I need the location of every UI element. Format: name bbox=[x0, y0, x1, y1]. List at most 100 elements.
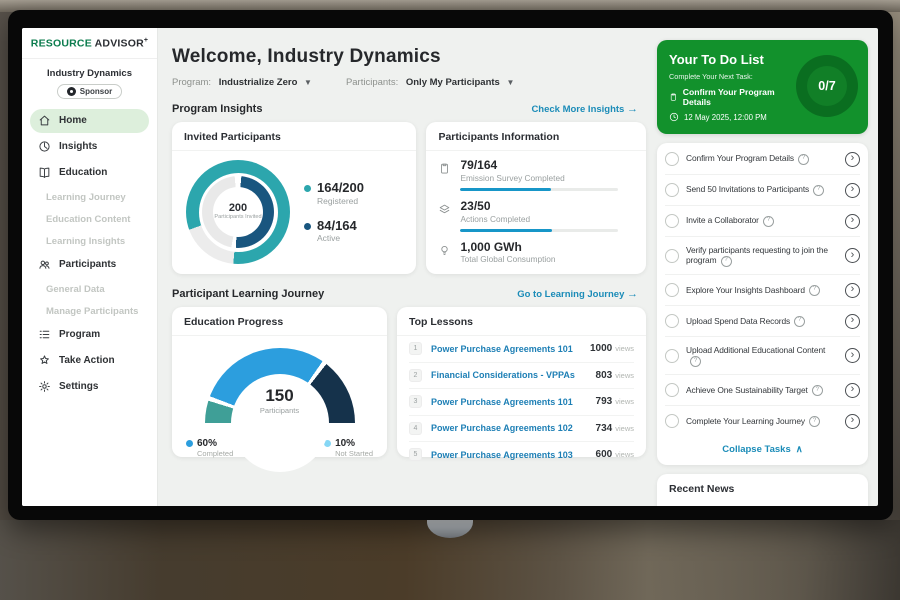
app-logo: RESOURCE ADVISOR+ bbox=[22, 37, 157, 59]
todo-task-row: Upload Additional Educational Content? › bbox=[665, 337, 860, 375]
education-progress-title: Education Progress bbox=[172, 307, 387, 336]
task-checkbox[interactable] bbox=[665, 383, 679, 397]
progress-bar bbox=[460, 188, 618, 191]
sponsor-badge[interactable]: Sponsor bbox=[57, 84, 122, 99]
lesson-rank: 5 bbox=[409, 448, 422, 461]
sidebar-item-label: Participants bbox=[59, 259, 116, 270]
chevron-right-icon[interactable]: › bbox=[845, 383, 860, 398]
stat-label: Emission Survey Completed bbox=[460, 173, 618, 183]
sidebar-item-label: Insights bbox=[59, 141, 97, 152]
todo-next-task: Confirm Your Program Details bbox=[683, 87, 790, 107]
arrow-right-icon: → bbox=[627, 103, 638, 115]
sidebar-item-settings[interactable]: Settings bbox=[30, 375, 149, 399]
sidebar-item-home[interactable]: Home bbox=[30, 109, 149, 133]
top-lessons-list: 1 Power Purchase Agreements 101 1000 vie… bbox=[397, 336, 646, 468]
chevron-right-icon[interactable]: › bbox=[845, 183, 860, 198]
info-icon[interactable]: ? bbox=[690, 356, 701, 367]
recent-news-card: Recent News bbox=[657, 474, 868, 506]
participants-filter[interactable]: Participants: Only My Participants ▼ bbox=[346, 77, 514, 88]
participant-stat: 1,000 GWh Total Global Consumption bbox=[438, 241, 634, 265]
sidebar-item-label: General Data bbox=[46, 284, 105, 295]
todo-task-row: Confirm Your Program Details? › bbox=[665, 144, 860, 175]
lesson-row: 3 Power Purchase Agreements 101 793 view… bbox=[409, 388, 634, 415]
sidebar-item-education-content[interactable]: Education Content bbox=[30, 209, 149, 231]
info-icon[interactable]: ? bbox=[812, 385, 823, 396]
info-icon[interactable]: ? bbox=[794, 316, 805, 327]
task-checkbox[interactable] bbox=[665, 249, 679, 263]
lesson-views: 1000 bbox=[590, 343, 612, 354]
lesson-title-link[interactable]: Financial Considerations - VPPAs bbox=[431, 370, 596, 380]
invited-donut-chart: 200 Participants Invited bbox=[186, 160, 290, 264]
task-checkbox[interactable] bbox=[665, 183, 679, 197]
collapse-tasks-link[interactable]: Collapse Tasks ∧ bbox=[665, 436, 860, 464]
task-checkbox[interactable] bbox=[665, 414, 679, 428]
lesson-views-label: views bbox=[615, 450, 634, 459]
task-checkbox[interactable] bbox=[665, 349, 679, 363]
sidebar-item-learning-insights[interactable]: Learning Insights bbox=[30, 231, 149, 253]
sidebar-item-program[interactable]: Program bbox=[30, 323, 149, 347]
go-to-learning-journey-link[interactable]: Go to Learning Journey → bbox=[517, 288, 638, 300]
sidebar-item-insights[interactable]: Insights bbox=[30, 135, 149, 159]
lesson-title-link[interactable]: Power Purchase Agreements 103 bbox=[431, 450, 596, 460]
sidebar-item-participants[interactable]: Participants bbox=[30, 253, 149, 277]
lesson-title-link[interactable]: Power Purchase Agreements 102 bbox=[431, 423, 596, 433]
bulb-icon bbox=[438, 244, 451, 257]
task-checkbox[interactable] bbox=[665, 152, 679, 166]
info-icon[interactable]: ? bbox=[809, 285, 820, 296]
info-icon[interactable]: ? bbox=[813, 185, 824, 196]
dashboard-screen: RESOURCE ADVISOR+ Industry Dynamics Spon… bbox=[22, 28, 878, 506]
lesson-row: 5 Power Purchase Agreements 103 600 view… bbox=[409, 441, 634, 468]
info-icon[interactable]: ? bbox=[721, 256, 732, 267]
chevron-right-icon[interactable]: › bbox=[845, 248, 860, 263]
todo-progress-ring: 0/7 bbox=[796, 55, 858, 117]
task-label: Confirm Your Program Details? bbox=[686, 153, 838, 164]
program-filter[interactable]: Program: Industrialize Zero ▼ bbox=[172, 77, 312, 88]
stat-value: 1,000 GWh bbox=[460, 241, 555, 255]
lesson-row: 4 Power Purchase Agreements 102 734 view… bbox=[409, 415, 634, 442]
chevron-right-icon[interactable]: › bbox=[845, 314, 860, 329]
lesson-title-link[interactable]: Power Purchase Agreements 101 bbox=[431, 344, 590, 354]
lesson-title-link[interactable]: Power Purchase Agreements 101 bbox=[431, 397, 596, 407]
clock-icon bbox=[669, 112, 679, 122]
chevron-right-icon[interactable]: › bbox=[845, 152, 860, 167]
sidebar-item-education[interactable]: Education bbox=[30, 161, 149, 185]
recent-news-title: Recent News bbox=[669, 483, 856, 495]
todo-progress-value: 0/7 bbox=[818, 79, 835, 93]
education-progress-card: Education Progress 150 Participants 60% … bbox=[172, 307, 387, 457]
sponsor-icon bbox=[67, 87, 76, 96]
task-checkbox[interactable] bbox=[665, 314, 679, 328]
top-lessons-card: Top Lessons 1 Power Purchase Agreements … bbox=[397, 307, 646, 457]
todo-tasks-card: Confirm Your Program Details? › Send 50 … bbox=[657, 143, 868, 465]
layers-icon bbox=[438, 203, 451, 216]
todo-task-row: Verify participants requesting to join t… bbox=[665, 237, 860, 275]
chevron-right-icon[interactable]: › bbox=[845, 414, 860, 429]
sidebar-item-take-action[interactable]: Take Action bbox=[30, 349, 149, 373]
chevron-right-icon[interactable]: › bbox=[845, 214, 860, 229]
sidebar-item-general-data[interactable]: General Data bbox=[30, 279, 149, 301]
task-label: Achieve One Sustainability Target? bbox=[686, 385, 838, 396]
task-checkbox[interactable] bbox=[665, 214, 679, 228]
sidebar-item-learning-journey[interactable]: Learning Journey bbox=[30, 187, 149, 209]
participants-information-title: Participants Information bbox=[426, 122, 646, 151]
task-label: Send 50 Invitations to Participants? bbox=[686, 184, 838, 195]
education-gauge-chart: 150 Participants bbox=[205, 348, 355, 432]
logo-secondary: ADVISOR bbox=[95, 38, 144, 50]
sidebar-item-label: Program bbox=[59, 329, 100, 340]
main-content: Welcome, Industry Dynamics Program: Indu… bbox=[158, 28, 651, 506]
check-more-insights-label: Check More Insights bbox=[531, 104, 624, 115]
chevron-right-icon[interactable]: › bbox=[845, 283, 860, 298]
todo-panel: Your To Do List Complete Your Next Task:… bbox=[651, 28, 878, 506]
sidebar-item-manage-participants[interactable]: Manage Participants bbox=[30, 301, 149, 323]
chevron-down-icon: ▼ bbox=[506, 78, 514, 87]
lesson-views-label: views bbox=[615, 371, 634, 380]
info-icon[interactable]: ? bbox=[798, 154, 809, 165]
info-icon[interactable]: ? bbox=[809, 416, 820, 427]
check-more-insights-link[interactable]: Check More Insights → bbox=[531, 103, 638, 115]
chevron-right-icon[interactable]: › bbox=[845, 348, 860, 363]
info-icon[interactable]: ? bbox=[763, 216, 774, 227]
task-checkbox[interactable] bbox=[665, 283, 679, 297]
lesson-views-label: views bbox=[615, 397, 634, 406]
lesson-views: 734 bbox=[596, 423, 613, 434]
task-label: Complete Your Learning Journey? bbox=[686, 416, 838, 427]
go-to-learning-journey-label: Go to Learning Journey bbox=[517, 289, 624, 300]
